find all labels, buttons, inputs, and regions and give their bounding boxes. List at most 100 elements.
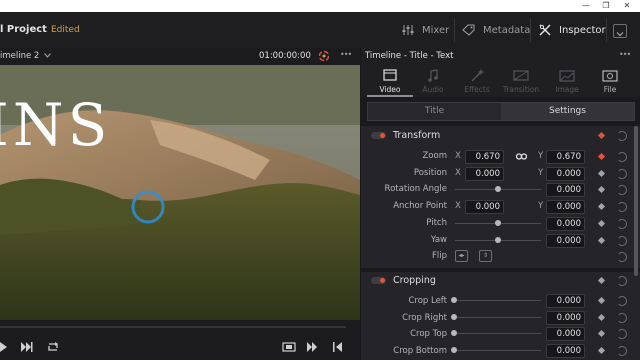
mixer-button[interactable]: Mixer: [402, 12, 449, 48]
timecode: 01:00:00:00: [259, 51, 311, 61]
zoom-y-field[interactable]: 0.670: [546, 150, 585, 164]
crop-left-slider[interactable]: [457, 300, 541, 301]
play-icon[interactable]: [0, 342, 8, 352]
timeline-selector[interactable]: imeline 2: [0, 51, 51, 61]
tab-image-label: Image: [555, 85, 579, 94]
tab-audio[interactable]: Audio: [410, 65, 456, 97]
transform-enable-toggle[interactable]: [371, 132, 386, 139]
reset-icon[interactable]: [617, 169, 627, 179]
rotation-angle-field[interactable]: 0.000: [546, 183, 585, 197]
close-button[interactable]: ✕: [617, 0, 637, 12]
crop-top-slider[interactable]: [457, 333, 541, 334]
pitch-field[interactable]: 0.000: [546, 217, 585, 231]
reset-icon[interactable]: [617, 185, 627, 195]
yaw-slider-knob[interactable]: [495, 237, 501, 243]
crop-top-field[interactable]: 0.000: [546, 327, 585, 341]
inspector-scrollbar[interactable]: [634, 126, 638, 276]
reset-icon[interactable]: [617, 152, 627, 162]
tab-effects[interactable]: Effects: [454, 65, 500, 97]
inspector-options-button[interactable]: •••: [619, 50, 631, 59]
inspector-label: Inspector: [559, 24, 606, 36]
inspector-icon: [539, 24, 551, 36]
edited-status: Edited: [51, 25, 80, 35]
reset-icon[interactable]: [617, 296, 627, 306]
expand-toggle-button[interactable]: [613, 24, 627, 38]
toolbar-divider: [454, 18, 455, 42]
crop-left-label: Crop Left: [408, 296, 447, 306]
video-icon: [383, 69, 397, 81]
anchor-y-field[interactable]: 0.000: [546, 200, 585, 214]
crop-top-label: Crop Top: [410, 329, 447, 339]
video-frame: INS: [0, 65, 360, 320]
tab-transition-label: Transition: [502, 85, 540, 94]
restore-button[interactable]: ❐: [596, 0, 616, 12]
color-wheel-icon[interactable]: [318, 50, 330, 62]
viewer-header: imeline 2 01:00:00:00 •••: [0, 48, 360, 65]
rotation-angle-slider-knob[interactable]: [495, 186, 501, 192]
reset-icon[interactable]: [617, 346, 627, 356]
previous-frame-icon[interactable]: [333, 342, 343, 352]
subtab-title[interactable]: Title: [368, 103, 501, 120]
pitch-slider-knob[interactable]: [495, 220, 501, 226]
reset-icon[interactable]: [617, 219, 627, 229]
window-titlebar: — ❐ ✕: [0, 0, 640, 12]
video-viewer[interactable]: INS: [0, 65, 360, 320]
skip-forward-icon[interactable]: [21, 342, 33, 352]
position-y-axis-label: Y: [538, 168, 544, 178]
position-y-field[interactable]: 0.000: [546, 167, 585, 181]
audio-icon: [428, 69, 438, 82]
scrubber-bar[interactable]: [0, 326, 346, 328]
reset-icon[interactable]: [617, 252, 627, 262]
metadata-button[interactable]: Metadata: [462, 12, 530, 48]
reset-icon[interactable]: [617, 329, 627, 339]
transform-section: [361, 126, 640, 268]
zoom-x-field[interactable]: 0.670: [465, 150, 504, 164]
tab-transition[interactable]: Transition: [498, 65, 544, 97]
tab-file[interactable]: File: [587, 65, 633, 97]
reset-icon[interactable]: [617, 202, 627, 212]
mixer-label: Mixer: [422, 24, 450, 36]
chevron-down-icon: [44, 53, 51, 58]
loop-icon[interactable]: [46, 342, 60, 352]
inspector-button[interactable]: Inspector: [539, 12, 606, 48]
project-name: l Project: [0, 24, 47, 35]
crop-bottom-slider[interactable]: [457, 350, 541, 351]
transition-icon: [513, 70, 529, 81]
reset-icon[interactable]: [617, 313, 627, 323]
title-overlay-text: INS: [0, 91, 111, 159]
pitch-label: Pitch: [426, 218, 447, 228]
yaw-label: Yaw: [430, 235, 447, 245]
inspector-header: Timeline - Title - Text •••: [361, 48, 640, 65]
flip-horizontal-button[interactable]: ◂▸: [455, 250, 468, 262]
image-icon: [559, 70, 575, 82]
toolbar-divider: [606, 18, 607, 42]
transform-heading: Transform: [393, 130, 441, 141]
viewer-options-button[interactable]: •••: [340, 50, 352, 59]
reset-icon[interactable]: [617, 131, 627, 141]
crop-left-field[interactable]: 0.000: [546, 294, 585, 308]
tab-video[interactable]: Video: [367, 65, 413, 97]
crop-right-field[interactable]: 0.000: [546, 311, 585, 325]
match-frame-icon[interactable]: [282, 342, 296, 352]
mixer-icon: [402, 25, 414, 35]
next-clip-icon[interactable]: [307, 342, 319, 352]
tab-image[interactable]: Image: [544, 65, 590, 97]
minimize-button[interactable]: —: [576, 0, 596, 12]
transport-bar: [0, 320, 360, 360]
crop-bottom-field[interactable]: 0.000: [546, 344, 585, 358]
cropping-enable-toggle[interactable]: [371, 277, 386, 284]
metadata-icon: [462, 24, 475, 36]
crop-right-slider[interactable]: [457, 317, 541, 318]
position-x-field[interactable]: 0.000: [465, 167, 504, 181]
flip-vertical-button[interactable]: ⇕: [479, 250, 492, 262]
link-icon[interactable]: [516, 152, 527, 161]
anchor-x-field[interactable]: 0.000: [465, 200, 504, 214]
reset-icon[interactable]: [617, 236, 627, 246]
yaw-field[interactable]: 0.000: [546, 234, 585, 248]
inspector-tabs: Video Audio Effects Transition Image Fil…: [361, 65, 640, 97]
anchor-point-label: Anchor Point: [393, 201, 447, 211]
effects-icon: [471, 69, 484, 82]
subtab-settings[interactable]: Settings: [501, 103, 634, 120]
zoom-x-axis-label: X: [455, 151, 461, 161]
reset-icon[interactable]: [617, 276, 627, 286]
